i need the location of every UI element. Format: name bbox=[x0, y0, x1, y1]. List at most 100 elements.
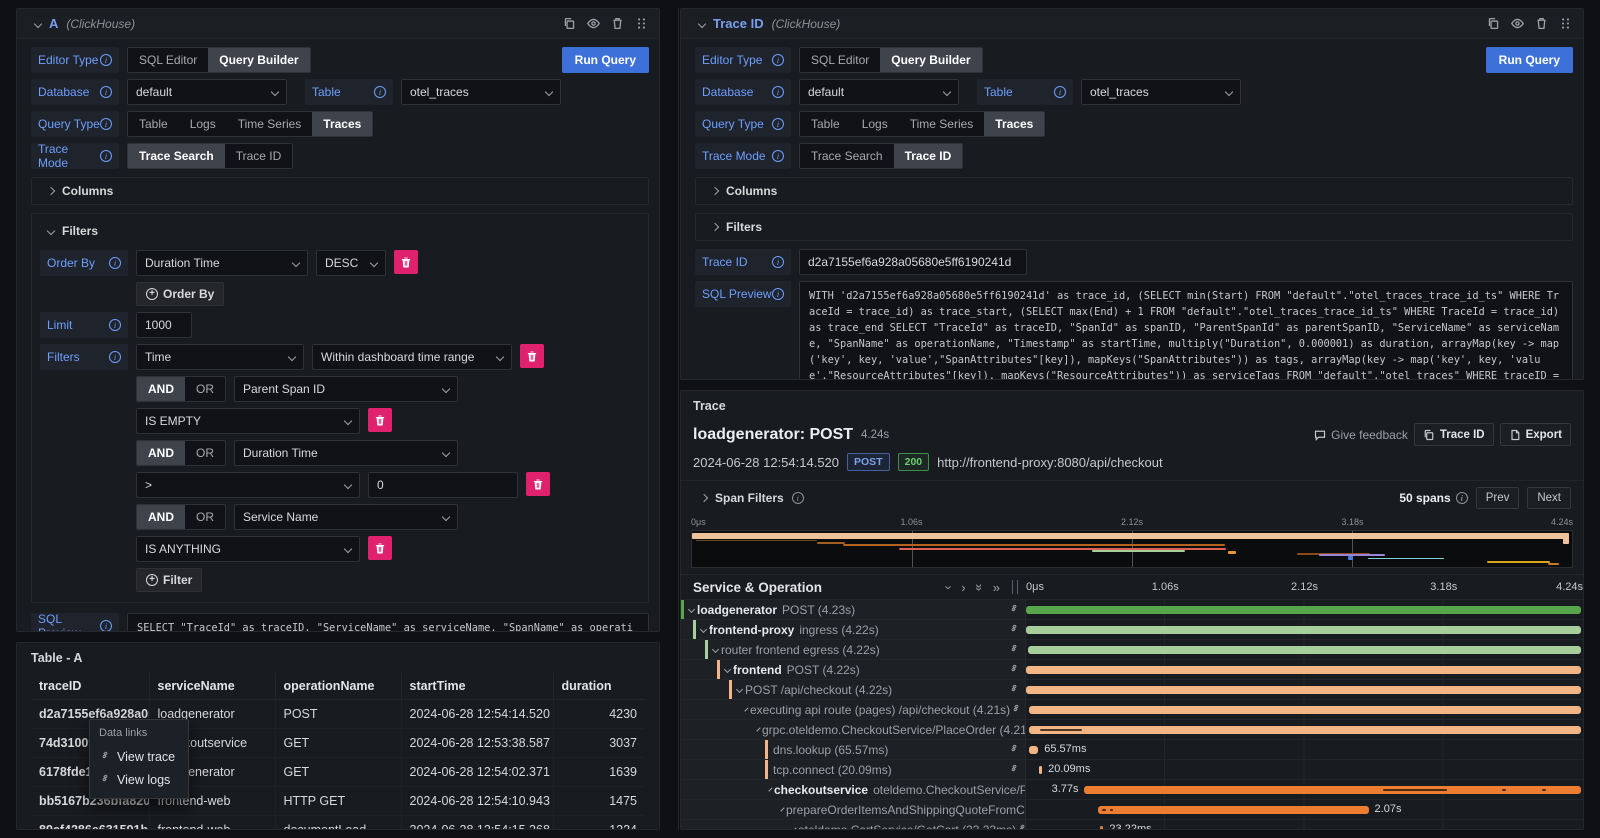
remove-time-filter-button[interactable] bbox=[520, 344, 544, 368]
info-icon[interactable]: i bbox=[109, 319, 121, 331]
condition-operator-select[interactable]: IS ANYTHING bbox=[136, 536, 360, 562]
or-option[interactable]: OR bbox=[185, 505, 225, 529]
export-button[interactable]: Export bbox=[1500, 423, 1571, 446]
expand-chevron-icon[interactable] bbox=[780, 807, 784, 811]
span-link-icon[interactable] bbox=[1008, 602, 1025, 617]
span-link-icon[interactable] bbox=[1008, 662, 1025, 677]
filters-section-toggle[interactable]: Filters bbox=[695, 213, 1573, 241]
info-icon[interactable]: i bbox=[100, 86, 112, 98]
info-icon[interactable]: i bbox=[1456, 492, 1468, 504]
info-icon[interactable]: i bbox=[1054, 86, 1066, 98]
col-starttime[interactable]: startTime bbox=[401, 673, 553, 700]
col-duration[interactable]: duration bbox=[553, 673, 645, 700]
trace-mode-id[interactable]: Trace ID bbox=[225, 144, 293, 168]
delete-query-icon[interactable] bbox=[1533, 16, 1549, 32]
span-bar-cell[interactable]: 23.22ms bbox=[1026, 820, 1583, 829]
and-option[interactable]: AND bbox=[137, 377, 185, 401]
info-icon[interactable]: i bbox=[100, 54, 112, 66]
trace-mode-id[interactable]: Trace ID bbox=[894, 144, 963, 168]
info-icon[interactable]: i bbox=[109, 351, 121, 363]
info-icon[interactable]: i bbox=[374, 86, 386, 98]
expand-chevron-icon[interactable] bbox=[688, 606, 695, 613]
collapse-all-icon[interactable]: » bbox=[973, 583, 986, 590]
info-icon[interactable]: i bbox=[772, 288, 784, 300]
span-filters-chevron-icon[interactable] bbox=[700, 494, 708, 502]
drag-handle-icon[interactable] bbox=[633, 16, 649, 32]
span-label-cell[interactable]: tcp.connect (20.09ms) bbox=[681, 760, 1026, 779]
condition-field-select[interactable]: Service Name bbox=[234, 504, 458, 530]
or-option[interactable]: OR bbox=[185, 441, 225, 465]
span-bar-cell[interactable] bbox=[1026, 620, 1583, 639]
condition-operator-select[interactable]: > bbox=[136, 472, 360, 498]
span-bar-cell[interactable] bbox=[1026, 680, 1583, 699]
expand-chevron-icon[interactable] bbox=[744, 707, 748, 711]
expand-chevron-icon[interactable] bbox=[724, 666, 731, 673]
span-bar-cell[interactable]: 65.57ms bbox=[1026, 740, 1583, 759]
info-icon[interactable]: i bbox=[772, 150, 784, 162]
span-bar-cell[interactable] bbox=[1026, 660, 1583, 679]
query-type-table[interactable]: Table bbox=[128, 112, 179, 136]
col-operationname[interactable]: operationName bbox=[275, 673, 401, 700]
trace-mode-search[interactable]: Trace Search bbox=[800, 144, 894, 168]
span-label-cell[interactable]: POST /api/checkout (4.22s) bbox=[681, 680, 1026, 699]
remove-condition-button[interactable] bbox=[368, 408, 392, 432]
condition-field-select[interactable]: Parent Span ID bbox=[234, 376, 458, 402]
query-type-timeseries[interactable]: Time Series bbox=[899, 112, 985, 136]
add-filter-button[interactable]: +Filter bbox=[136, 568, 202, 592]
columns-section-toggle[interactable]: Columns bbox=[695, 177, 1573, 205]
col-servicename[interactable]: serviceName bbox=[149, 673, 275, 700]
order-by-field-select[interactable]: Duration Time bbox=[136, 250, 308, 276]
condition-operator-select[interactable]: IS EMPTY bbox=[136, 408, 360, 434]
collapse-one-icon[interactable]: › bbox=[943, 585, 956, 589]
collapse-chevron-icon[interactable] bbox=[698, 19, 706, 27]
sql-editor-tab[interactable]: SQL Editor bbox=[800, 48, 880, 72]
database-select[interactable]: default bbox=[127, 79, 287, 105]
info-icon[interactable]: i bbox=[100, 620, 112, 631]
drag-handle-icon[interactable] bbox=[1557, 16, 1573, 32]
query-builder-tab[interactable]: Query Builder bbox=[880, 48, 981, 72]
span-link-icon[interactable] bbox=[1016, 822, 1026, 829]
info-icon[interactable]: i bbox=[772, 118, 784, 130]
table-select[interactable]: otel_traces bbox=[1081, 79, 1241, 105]
expand-chevron-icon[interactable] bbox=[712, 646, 719, 653]
span-label-cell[interactable]: oteldemo.CartService/GetCart (23.22ms) bbox=[681, 820, 1026, 829]
info-icon[interactable]: i bbox=[100, 150, 112, 162]
columns-section-toggle[interactable]: Columns bbox=[31, 177, 649, 205]
next-span-button[interactable]: Next bbox=[1527, 487, 1571, 509]
database-select[interactable]: default bbox=[799, 79, 959, 105]
expand-chevron-icon[interactable] bbox=[756, 727, 760, 731]
span-label-cell[interactable]: prepareOrderItemsAndShippingQuoteFromCar… bbox=[681, 800, 1026, 819]
add-order-by-button[interactable]: +Order By bbox=[136, 282, 224, 306]
span-bar-cell[interactable]: 20.09ms bbox=[1026, 760, 1583, 779]
span-label-cell[interactable]: executing api route (pages) /api/checkou… bbox=[681, 700, 1026, 719]
sql-editor-tab[interactable]: SQL Editor bbox=[128, 48, 208, 72]
table-row[interactable]: 89cf4286e631591b4...frontend-webdocument… bbox=[31, 816, 645, 831]
expand-chevron-icon[interactable] bbox=[736, 686, 743, 693]
expand-chevron-icon[interactable] bbox=[768, 787, 772, 791]
duplicate-icon[interactable] bbox=[1485, 16, 1501, 32]
span-label-cell[interactable]: grpc.oteldemo.CheckoutService/PlaceOrder… bbox=[681, 720, 1026, 739]
expand-chevron-icon[interactable] bbox=[792, 827, 796, 829]
query-type-timeseries[interactable]: Time Series bbox=[227, 112, 313, 136]
span-bar-cell[interactable] bbox=[1026, 720, 1583, 739]
query-type-traces[interactable]: Traces bbox=[312, 112, 372, 136]
span-bar-cell[interactable] bbox=[1026, 600, 1583, 619]
or-option[interactable]: OR bbox=[185, 377, 225, 401]
and-option[interactable]: AND bbox=[137, 505, 185, 529]
query-builder-tab[interactable]: Query Builder bbox=[208, 48, 309, 72]
span-label-cell[interactable]: dns.lookup (65.57ms) bbox=[681, 740, 1026, 759]
filter-time-value-select[interactable]: Within dashboard time range bbox=[312, 344, 512, 370]
span-bar-cell[interactable]: 3.77s bbox=[1026, 780, 1583, 799]
span-label-cell[interactable]: frontendPOST (4.22s) bbox=[681, 660, 1026, 679]
limit-input[interactable] bbox=[136, 312, 192, 338]
duplicate-icon[interactable] bbox=[561, 16, 577, 32]
query-type-logs[interactable]: Logs bbox=[851, 112, 899, 136]
span-label-cell[interactable]: frontend-proxyingress (4.22s) bbox=[681, 620, 1026, 639]
span-link-icon[interactable] bbox=[1008, 762, 1025, 777]
and-option[interactable]: AND bbox=[137, 441, 185, 465]
span-bar-cell[interactable] bbox=[1026, 640, 1583, 659]
table-select[interactable]: otel_traces bbox=[401, 79, 561, 105]
info-icon[interactable]: i bbox=[109, 257, 121, 269]
view-trace-link[interactable]: View trace bbox=[99, 745, 179, 768]
condition-field-select[interactable]: Duration Time bbox=[234, 440, 458, 466]
